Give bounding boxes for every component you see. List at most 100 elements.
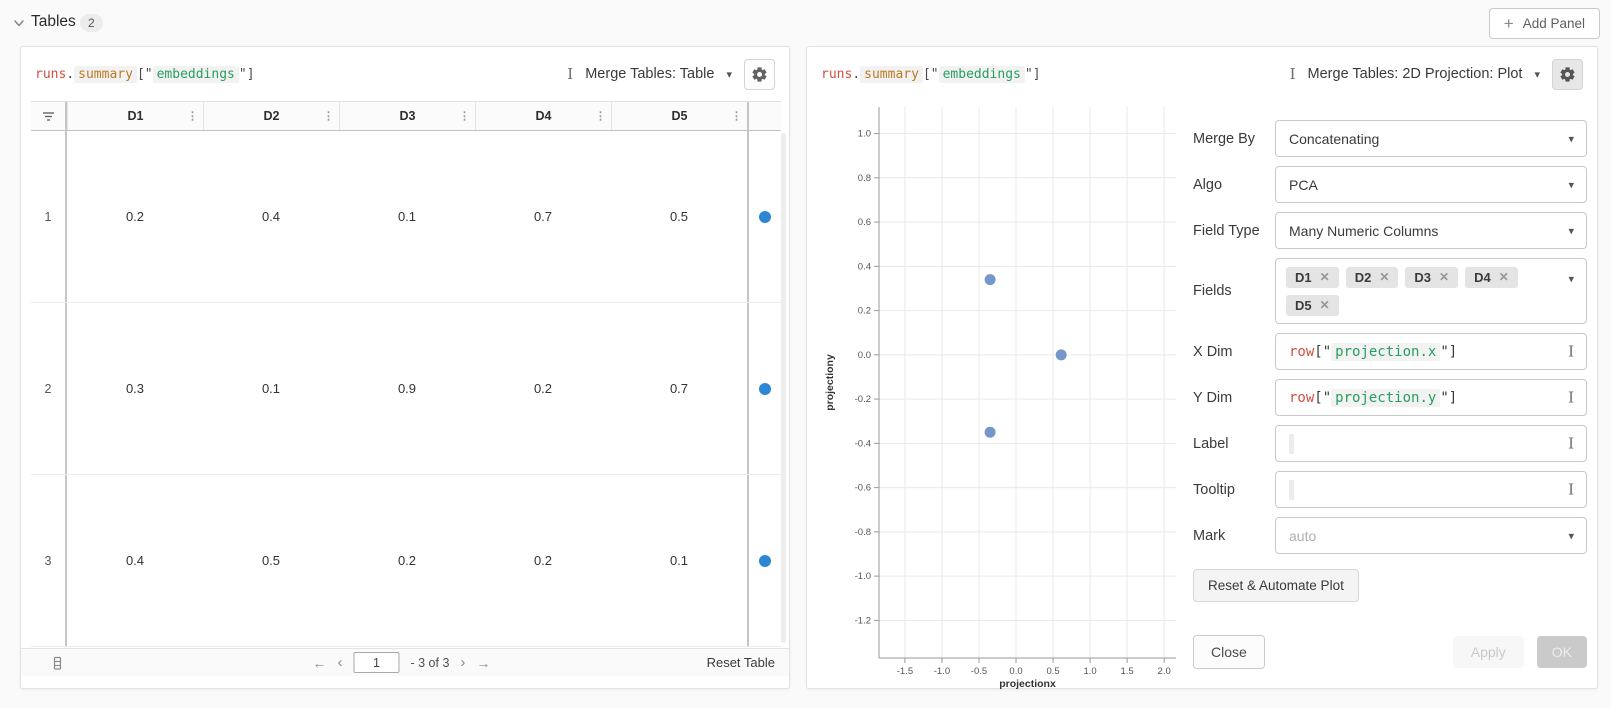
panel-settings-button[interactable] [1552,59,1583,90]
column-menu-icon[interactable]: ⋮ [593,110,608,123]
column-header-D3[interactable]: D3⋮ [339,102,475,130]
ok-button[interactable]: OK [1537,636,1587,668]
export-table-icon[interactable] [51,656,63,671]
apply-button[interactable]: Apply [1453,636,1524,668]
table-scrollbar[interactable] [781,133,786,643]
view-selector[interactable]: Merge Tables: 2D Projection: Plot [1308,66,1523,82]
field-tag-label: D2 [1355,270,1372,285]
y-tick-label: -0.8 [855,527,871,538]
fields-multiselect[interactable]: D1✕D2✕D3✕D4✕D5✕▾ [1275,258,1587,324]
caret-down-icon[interactable]: ▾ [726,68,732,81]
y-dim-input[interactable]: row["projection.y"] I [1275,379,1587,416]
label-label: Label [1193,436,1275,452]
chevron-down-icon[interactable] [12,16,26,30]
caret-down-icon: ▾ [1568,272,1574,285]
field-tag-D5[interactable]: D5✕ [1286,295,1339,316]
field-type-select[interactable]: Many Numeric Columns ▾ [1275,212,1587,249]
table-cell[interactable]: 0.4 [203,131,339,302]
table-cell[interactable]: 0.2 [67,131,203,302]
field-tag-D1[interactable]: D1 ✕ [1286,267,1339,288]
fields-label: Fields [1193,283,1275,299]
panel-count-badge: 2 [80,14,103,32]
next-page-icon[interactable]: › [460,654,465,671]
algo-label: Algo [1193,177,1275,193]
run-color-cell [747,475,781,646]
table-cell[interactable]: 0.4 [67,475,203,646]
column-menu-icon[interactable]: ⋮ [321,110,336,123]
tooltip-input[interactable]: I [1275,471,1587,508]
panel-settings-button[interactable] [744,59,775,90]
reset-automate-plot-button[interactable]: Reset & Automate Plot [1193,569,1359,602]
tooltip-label: Tooltip [1193,482,1275,498]
reset-table-button[interactable]: Reset Table [707,655,775,670]
column-header-label: D5 [672,109,688,123]
add-panel-label: Add Panel [1523,16,1585,31]
y-dim-label: Y Dim [1193,390,1275,406]
x-tick-label: 0.0 [1009,666,1022,677]
table-cell[interactable]: 0.9 [339,303,475,474]
column-menu-icon[interactable]: ⋮ [729,110,744,123]
column-header-D4[interactable]: D4⋮ [475,102,611,130]
column-header-D2[interactable]: D2 ⋮ [203,102,339,130]
algo-select[interactable]: PCA ▾ [1275,166,1587,203]
remove-field-icon[interactable]: ✕ [1379,270,1389,284]
table-cell[interactable]: 0.1 [611,475,747,646]
close-button[interactable]: Close [1193,635,1265,669]
scatter-point[interactable] [985,274,996,285]
column-header-D5[interactable]: D5 ⋮ [611,102,747,130]
panel-query-expression[interactable]: runs.summary["embeddings"] [821,67,1041,82]
field-tag-label: D1 [1295,270,1312,285]
text-cursor-icon: I [1568,436,1574,451]
column-header-D1[interactable]: D1 ⋮ [67,102,203,130]
table-row: 30.40.50.20.20.1 [31,475,781,647]
panel-query-expression[interactable]: runs.summary["embeddings"] [35,67,255,82]
scatter-point[interactable] [1056,349,1067,360]
y-tick-label: -0.2 [855,394,871,405]
prev-page-icon[interactable]: ‹ [337,654,342,671]
column-header-label: D1 [128,109,144,123]
column-header-label: D2 [264,109,280,123]
table-cell[interactable]: 0.5 [203,475,339,646]
scatter-point[interactable] [985,427,996,438]
table-cell[interactable]: 0.1 [339,131,475,302]
remove-field-icon[interactable]: ✕ [1320,298,1330,312]
y-tick-label: 0.6 [858,217,871,228]
x-tick-label: 2.0 [1158,666,1171,677]
first-page-icon[interactable]: ← [312,655,326,671]
table-cell[interactable]: 0.1 [203,303,339,474]
table-cell[interactable]: 0.7 [611,303,747,474]
last-page-icon[interactable]: → [476,655,490,671]
table-panel: runs.summary["embeddings"] I Merge Table… [20,46,790,689]
merge-by-select[interactable]: Concatenating ▾ [1275,120,1587,157]
row-index: 2 [31,303,67,474]
x-dim-input[interactable]: row["projection.x"] I [1275,333,1587,370]
field-tag-D2[interactable]: D2 ✕ [1346,267,1399,288]
y-tick-label: 0.4 [858,261,871,272]
field-tag-D3[interactable]: D3✕ [1405,267,1458,288]
view-selector[interactable]: Merge Tables: Table [585,66,714,82]
page-number-input[interactable] [353,652,399,673]
table-cell[interactable]: 0.2 [475,303,611,474]
caret-down-icon[interactable]: ▾ [1534,68,1540,81]
text-cursor-icon: I [1568,482,1574,497]
filter-header-cell[interactable] [31,102,67,130]
remove-field-icon[interactable]: ✕ [1320,270,1330,284]
table-cell[interactable]: 0.7 [475,131,611,302]
column-menu-icon[interactable]: ⋮ [185,110,200,123]
remove-field-icon[interactable]: ✕ [1439,270,1449,284]
mark-select[interactable]: auto ▾ [1275,517,1587,554]
input-cursor [1289,480,1294,500]
column-menu-icon[interactable]: ⋮ [457,110,472,123]
table-cell[interactable]: 0.2 [339,475,475,646]
y-tick-label: 0.2 [858,306,871,317]
row-index: 3 [31,475,67,646]
x-tick-label: -0.5 [971,666,987,677]
text-cursor-icon: I [567,67,573,82]
add-panel-button[interactable]: + Add Panel [1489,8,1600,39]
table-cell[interactable]: 0.2 [475,475,611,646]
remove-field-icon[interactable]: ✕ [1499,270,1509,284]
table-cell[interactable]: 0.3 [67,303,203,474]
field-tag-D4[interactable]: D4✕ [1465,267,1518,288]
table-cell[interactable]: 0.5 [611,131,747,302]
label-input[interactable]: I [1275,425,1587,462]
